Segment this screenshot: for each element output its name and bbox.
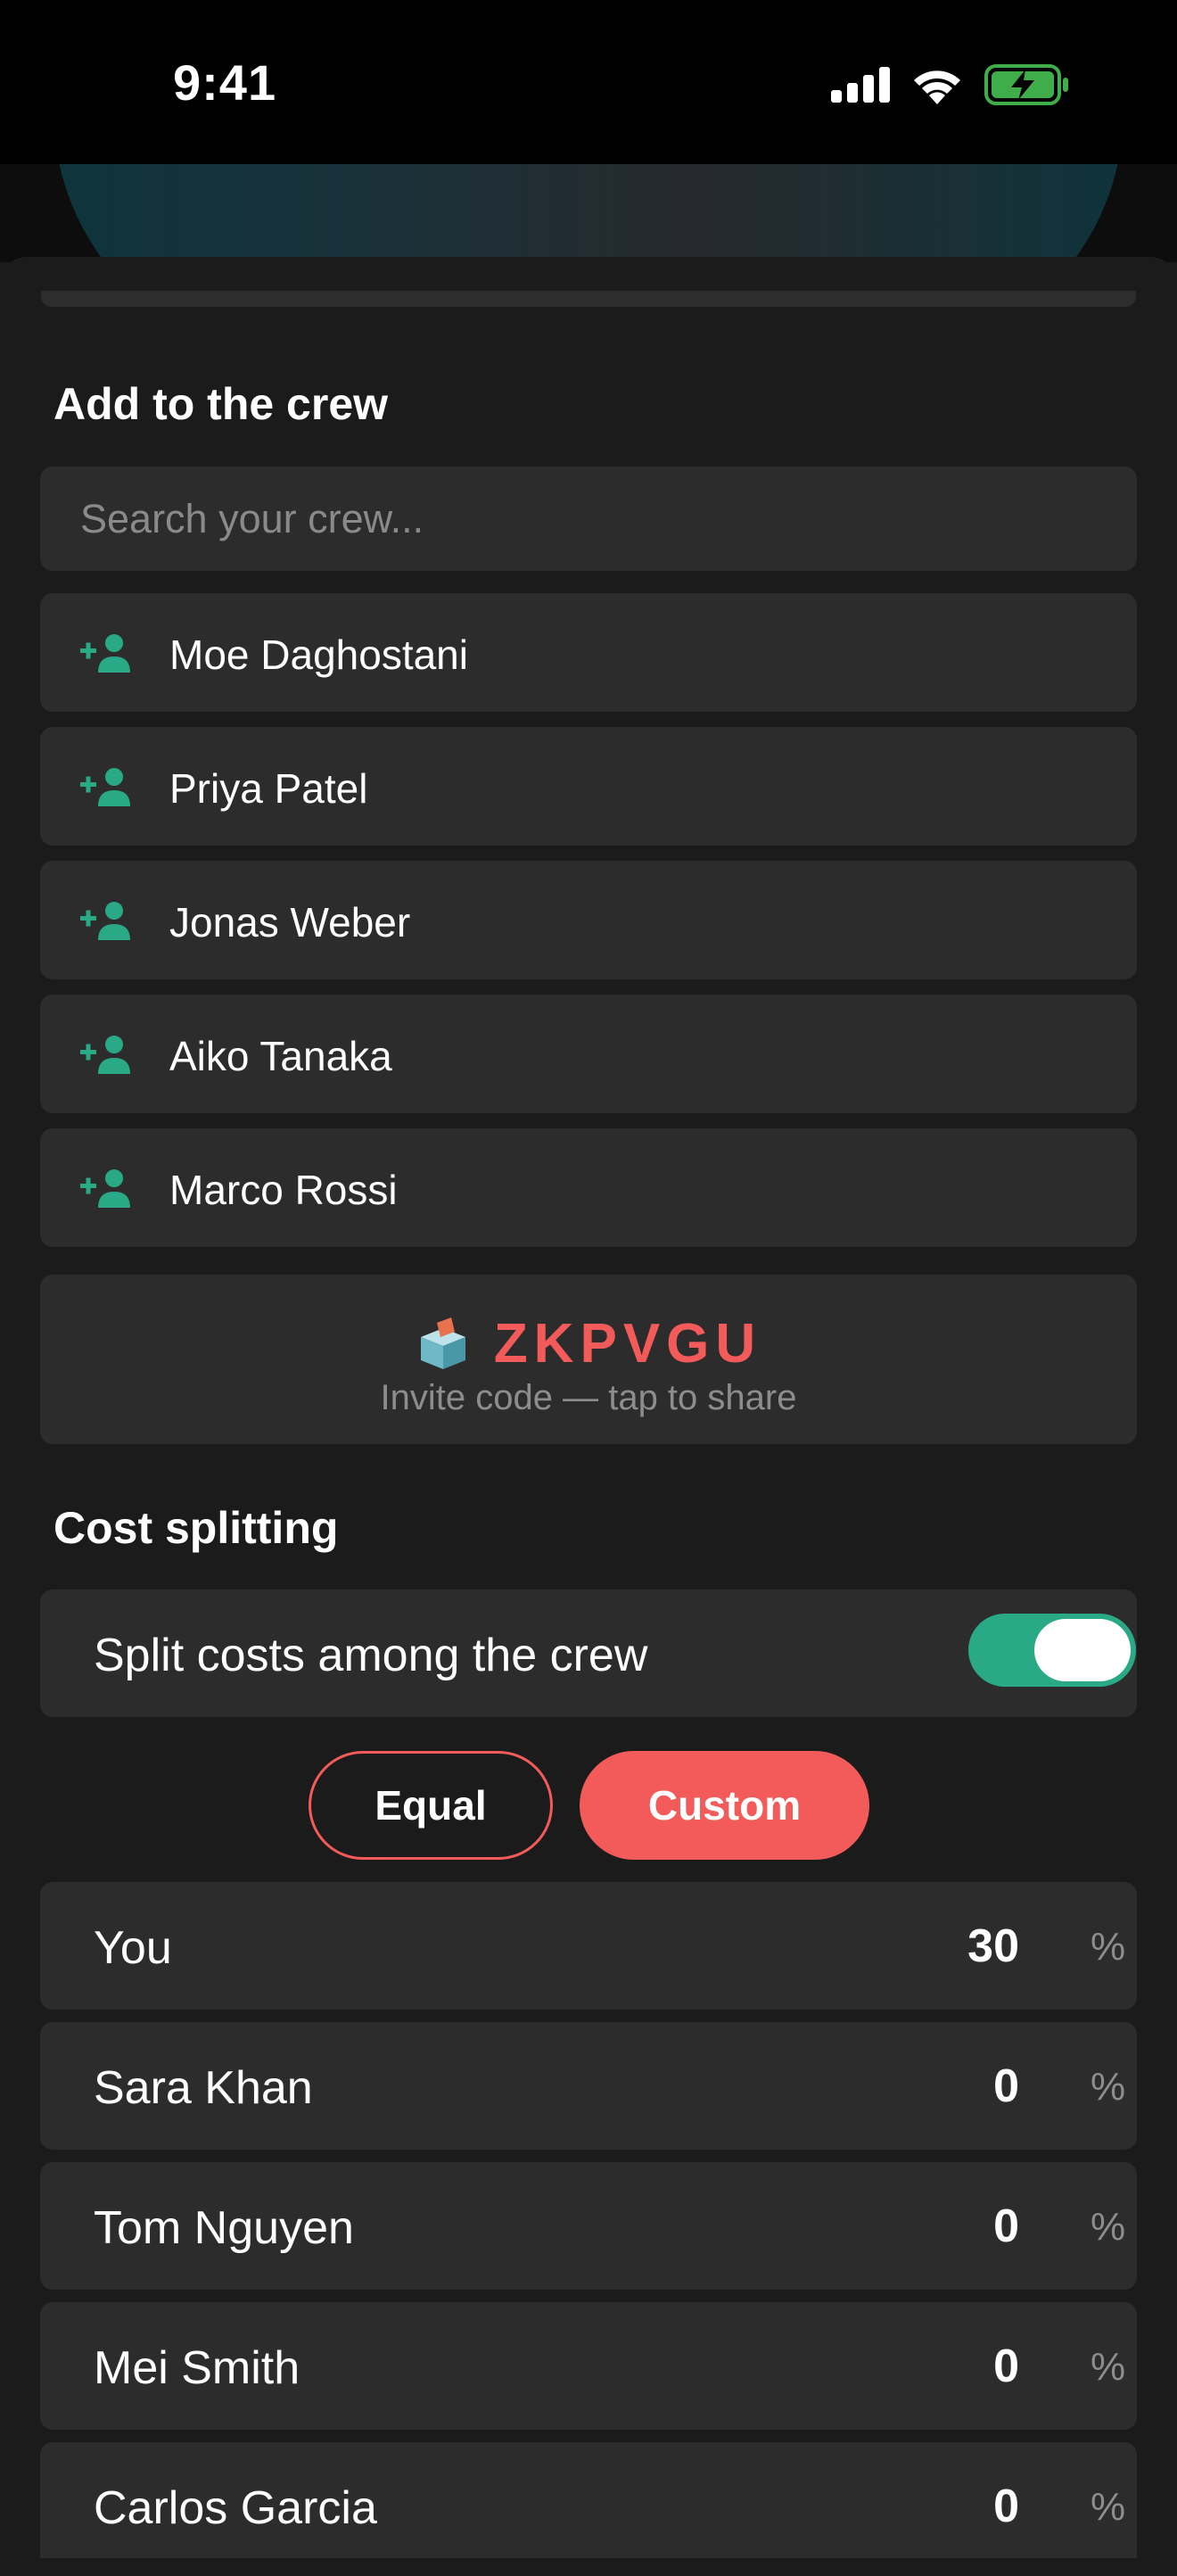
crew-member-name: Marco Rossi: [169, 1167, 398, 1213]
split-costs-toggle[interactable]: [968, 1614, 1136, 1687]
percent-unit: %: [1091, 2205, 1126, 2249]
invite-code: ZKPVGU: [493, 1313, 762, 1375]
crew-member-jonas-weber[interactable]: Jonas Weber: [40, 861, 1137, 979]
cellular-signal-icon: [831, 67, 890, 103]
split-mode-custom-button[interactable]: Custom: [580, 1751, 869, 1860]
split-costs-row: Split costs among the crew: [40, 1589, 1137, 1717]
toggle-knob: [1034, 1619, 1131, 1681]
search-crew-input[interactable]: [40, 466, 1137, 571]
add-person-icon: [80, 1036, 130, 1074]
share-percent-input[interactable]: 0: [993, 2480, 1019, 2533]
share-person-name: Mei Smith: [94, 2342, 300, 2394]
status-bar: 9:41: [0, 0, 1177, 164]
split-mode-equal-button[interactable]: Equal: [309, 1751, 553, 1860]
search-crew-field[interactable]: [40, 466, 1137, 571]
share-person-name: Sara Khan: [94, 2062, 313, 2114]
invite-code-card[interactable]: ZKPVGU Invite code — tap to share: [40, 1275, 1137, 1444]
split-costs-label: Split costs among the crew: [94, 1630, 648, 1681]
cost-splitting-title: Cost splitting: [54, 1503, 339, 1553]
ballot-box-icon: [420, 1317, 465, 1369]
add-person-icon: [80, 902, 130, 940]
battery-charging-icon: [984, 64, 1068, 105]
share-person-name: Carlos Garcia: [94, 2482, 377, 2534]
background-image-strip: [0, 164, 1177, 262]
share-row-sara-khan: Sara Khan 0 %: [40, 2022, 1137, 2150]
crew-member-aiko-tanaka[interactable]: Aiko Tanaka: [40, 995, 1137, 1113]
add-person-icon: [80, 1169, 130, 1208]
sheet-top-card-edge: [41, 291, 1136, 307]
crew-member-name: Moe Daghostani: [169, 632, 468, 678]
share-person-name: Tom Nguyen: [94, 2202, 354, 2254]
status-icons: [831, 62, 1070, 107]
invite-caption: Invite code — tap to share: [380, 1378, 797, 1417]
crew-member-moe-daghostani[interactable]: Moe Daghostani: [40, 593, 1137, 712]
percent-unit: %: [1091, 1925, 1126, 1969]
add-person-icon: [80, 634, 130, 673]
percent-unit: %: [1091, 2065, 1126, 2109]
crew-member-name: Aiko Tanaka: [169, 1033, 392, 1079]
add-person-icon: [80, 768, 130, 806]
wifi-icon: [914, 70, 960, 104]
share-row-carlos-garcia: Carlos Garcia 0 %: [40, 2442, 1137, 2558]
percent-unit: %: [1091, 2485, 1126, 2529]
share-percent-input[interactable]: 30: [967, 1920, 1019, 1973]
crew-member-marco-rossi[interactable]: Marco Rossi: [40, 1128, 1137, 1247]
share-percent-input[interactable]: 0: [993, 2200, 1019, 2253]
status-time: 9:41: [173, 54, 277, 111]
invite-code-row: ZKPVGU: [40, 1312, 1137, 1375]
share-row-mei-smith: Mei Smith 0 %: [40, 2302, 1137, 2430]
share-percent-input[interactable]: 0: [993, 2060, 1019, 2113]
share-person-name: You: [94, 1922, 172, 1974]
share-row-you: You 30 %: [40, 1882, 1137, 2010]
add-crew-title: Add to the crew: [54, 379, 389, 429]
crew-member-name: Priya Patel: [169, 765, 368, 812]
share-percent-input[interactable]: 0: [993, 2340, 1019, 2393]
percent-unit: %: [1091, 2345, 1126, 2389]
share-row-tom-nguyen: Tom Nguyen 0 %: [40, 2162, 1137, 2290]
crew-member-priya-patel[interactable]: Priya Patel: [40, 727, 1137, 846]
crew-member-name: Jonas Weber: [169, 899, 411, 945]
